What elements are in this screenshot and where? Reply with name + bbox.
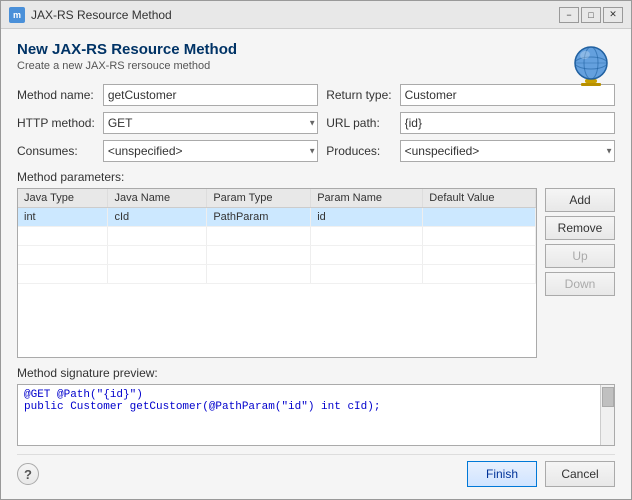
table-row-empty-1	[18, 227, 536, 246]
remove-param-button[interactable]: Remove	[545, 216, 615, 240]
produces-select[interactable]: <unspecified>	[400, 140, 615, 162]
url-path-input[interactable]	[400, 112, 615, 134]
dialog-header: New JAX-RS Resource Method Create a new …	[17, 41, 615, 84]
cell-param-type: PathParam	[207, 208, 311, 227]
dialog-title: New JAX-RS Resource Method	[17, 41, 555, 58]
signature-scrollbar[interactable]	[600, 385, 614, 445]
signature-scrollbar-thumb	[602, 387, 614, 407]
app-icon: m	[9, 7, 25, 23]
col-java-name: Java Name	[108, 189, 207, 208]
col-param-type: Param Type	[207, 189, 311, 208]
consumes-select[interactable]: <unspecified>	[103, 140, 318, 162]
close-button[interactable]: ✕	[603, 7, 623, 23]
window-controls: − □ ✕	[559, 7, 623, 23]
maximize-button[interactable]: □	[581, 7, 601, 23]
signature-section: Method signature preview: @GET @Path("{i…	[17, 366, 615, 446]
signature-box: @GET @Path("{id}") public Customer getCu…	[17, 384, 615, 446]
down-param-button[interactable]: Down	[545, 272, 615, 296]
consumes-label: Consumes:	[17, 144, 95, 158]
signature-line1: @GET @Path("{id}")	[24, 389, 608, 401]
add-param-button[interactable]: Add	[545, 188, 615, 212]
up-param-button[interactable]: Up	[545, 244, 615, 268]
consumes-select-wrapper: <unspecified> ▼	[103, 140, 318, 162]
table-row-empty-2	[18, 246, 536, 265]
dialog-content: New JAX-RS Resource Method Create a new …	[1, 29, 631, 499]
form-fields: Method name: Return type: HTTP method: G…	[17, 84, 615, 162]
params-section-label: Method parameters:	[17, 170, 615, 184]
col-param-name: Param Name	[311, 189, 423, 208]
dialog-action-buttons: Finish Cancel	[467, 461, 615, 487]
params-section: Java Type Java Name Param Type Param Nam…	[17, 188, 615, 358]
cancel-button[interactable]: Cancel	[545, 461, 615, 487]
params-action-buttons: Add Remove Up Down	[545, 188, 615, 358]
http-method-select-wrapper: GET POST PUT DELETE ▼	[103, 112, 318, 134]
cell-java-type: int	[18, 208, 108, 227]
method-name-label: Method name:	[17, 88, 95, 102]
dialog-subtitle: Create a new JAX-RS rersouce method	[17, 60, 555, 72]
bottom-bar: ? Finish Cancel	[17, 454, 615, 491]
table-row[interactable]: int cId PathParam id	[18, 208, 536, 227]
params-table: Java Type Java Name Param Type Param Nam…	[18, 189, 536, 284]
cell-param-name: id	[311, 208, 423, 227]
help-button[interactable]: ?	[17, 463, 39, 485]
return-type-label: Return type:	[326, 88, 391, 102]
signature-line2: public Customer getCustomer(@PathParam("…	[24, 401, 608, 413]
col-java-type: Java Type	[18, 189, 108, 208]
window-title: JAX-RS Resource Method	[31, 8, 559, 22]
url-path-label: URL path:	[326, 116, 391, 130]
params-table-container[interactable]: Java Type Java Name Param Type Param Nam…	[17, 188, 537, 358]
title-bar: m JAX-RS Resource Method − □ ✕	[1, 1, 631, 29]
signature-label: Method signature preview:	[17, 366, 615, 380]
produces-select-wrapper: <unspecified> ▼	[400, 140, 615, 162]
table-row-empty-3	[18, 265, 536, 284]
cell-java-name: cId	[108, 208, 207, 227]
http-method-label: HTTP method:	[17, 116, 95, 130]
dialog-window: m JAX-RS Resource Method − □ ✕ New JAX-R…	[0, 0, 632, 500]
method-name-input[interactable]	[103, 84, 318, 106]
http-method-select[interactable]: GET POST PUT DELETE	[103, 112, 318, 134]
cell-default-value	[423, 208, 536, 227]
finish-button[interactable]: Finish	[467, 461, 537, 487]
globe-icon	[567, 41, 615, 89]
produces-label: Produces:	[326, 144, 391, 158]
minimize-button[interactable]: −	[559, 7, 579, 23]
col-default-value: Default Value	[423, 189, 536, 208]
